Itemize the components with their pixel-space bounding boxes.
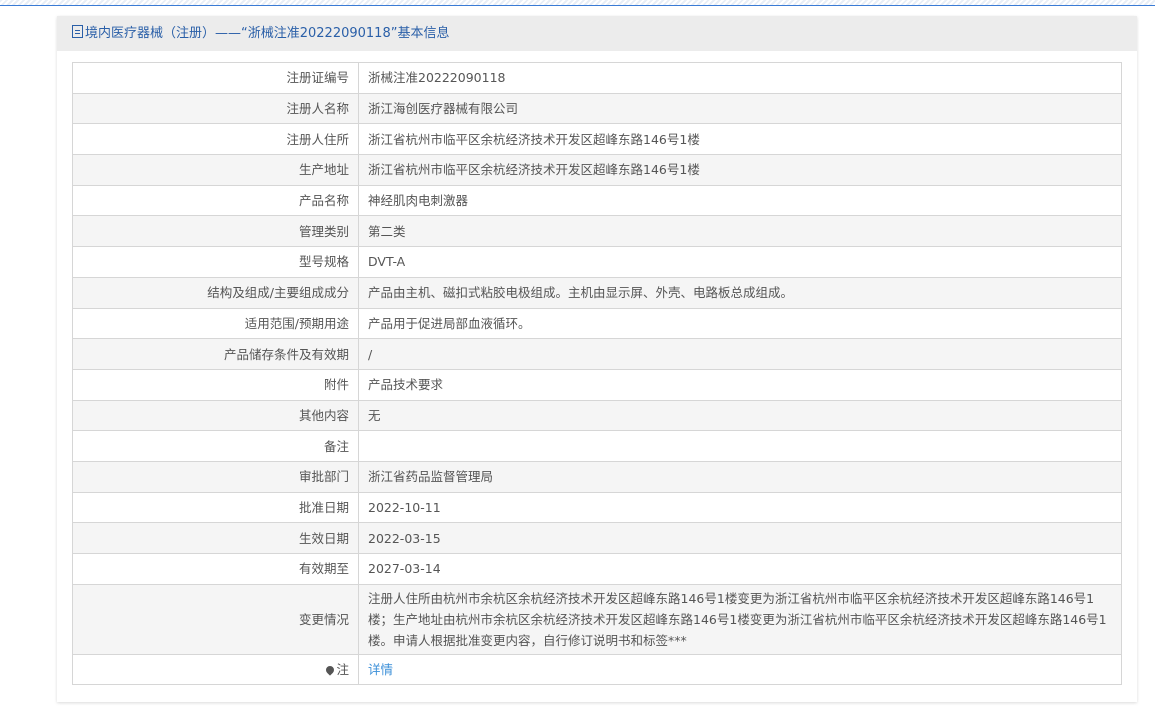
document-icon <box>72 25 83 38</box>
table-row: 其他内容无 <box>72 399 1122 432</box>
pin-icon <box>324 664 337 676</box>
field-label: 产品储存条件及有效期 <box>72 338 359 370</box>
table-row: 产品储存条件及有效期 / <box>72 338 1122 370</box>
field-label: 其他内容 <box>72 399 359 432</box>
field-value: 无 <box>358 399 1122 432</box>
field-value: 浙江省药品监督管理局 <box>358 460 1122 493</box>
field-label: 有效期至 <box>72 553 359 585</box>
note-value: 详情 <box>358 653 1122 686</box>
field-value: / <box>358 338 1122 370</box>
field-value: 2022-03-15 <box>358 522 1122 554</box>
details-link[interactable]: 详情 <box>368 662 393 677</box>
field-value: 第二类 <box>358 215 1122 248</box>
field-value: DVT-A <box>358 246 1122 278</box>
table-row: 注册证编号 浙械注准20222090118 <box>72 62 1122 94</box>
table-row: 附件 产品技术要求 <box>72 368 1122 401</box>
field-label: 备注 <box>72 430 359 462</box>
field-value: 浙江省杭州市临平区余杭经济技术开发区超峰东路146号1楼 <box>358 154 1122 186</box>
table-row: 生产地址 浙江省杭州市临平区余杭经济技术开发区超峰东路146号1楼 <box>72 154 1122 186</box>
field-value: 神经肌肉电刺激器 <box>358 184 1122 217</box>
field-value: 2027-03-14 <box>358 553 1122 585</box>
table-row: 注册人名称 浙江海创医疗器械有限公司 <box>72 92 1122 125</box>
field-value: 浙江海创医疗器械有限公司 <box>358 92 1122 125</box>
field-label: 注册证编号 <box>72 62 359 94</box>
table-row: 批准日期 2022-10-11 <box>72 491 1122 524</box>
field-label: 批准日期 <box>72 491 359 524</box>
field-label: 生产地址 <box>72 154 359 186</box>
field-value: 浙江省杭州市临平区余杭经济技术开发区超峰东路146号1楼 <box>358 123 1122 156</box>
field-label: 附件 <box>72 368 359 401</box>
field-value: 产品由主机、磁扣式粘胶电极组成。主机由显示屏、外壳、电路板总成组成。 <box>358 276 1122 309</box>
table-row: 型号规格 DVT-A <box>72 246 1122 278</box>
field-label: 生效日期 <box>72 522 359 554</box>
field-label: 适用范围/预期用途 <box>72 307 359 340</box>
note-label-text: 注 <box>336 662 349 678</box>
field-value: 2022-10-11 <box>358 491 1122 524</box>
top-strip <box>0 0 1155 6</box>
info-table: 注册证编号 浙械注准20222090118 注册人名称 浙江海创医疗器械有限公司 注册人… <box>72 62 1122 686</box>
table-row: 适用范围/预期用途 产品用于促进局部血液循环。 <box>72 307 1122 340</box>
field-label: 注册人名称 <box>72 92 359 125</box>
note-label: 注 <box>72 653 359 686</box>
field-value: 浙械注准20222090118 <box>358 62 1122 94</box>
table-row: 审批部门 浙江省药品监督管理局 <box>72 460 1122 493</box>
table-row: 产品名称 神经肌肉电刺激器 <box>72 184 1122 217</box>
field-value: 产品技术要求 <box>358 368 1122 401</box>
field-value <box>358 430 1122 462</box>
table-row: 备注 <box>72 430 1122 462</box>
table-row: 生效日期 2022-03-15 <box>72 522 1122 554</box>
table-row: 结构及组成/主要组成成分 产品由主机、磁扣式粘胶电极组成。主机由显示屏、外壳、电路… <box>72 276 1122 309</box>
table-row: 变更情况 注册人住所由杭州市余杭区余杭经济技术开发区超峰东路146号1楼变更为浙江… <box>72 583 1122 655</box>
table-row: 有效期至 2027-03-14 <box>72 553 1122 585</box>
field-label: 变更情况 <box>72 583 359 655</box>
field-label: 产品名称 <box>72 184 359 217</box>
table-row-note: 注 详情 <box>72 653 1122 686</box>
table-row: 注册人住所 浙江省杭州市临平区余杭经济技术开发区超峰东路146号1楼 <box>72 123 1122 156</box>
field-label: 型号规格 <box>72 246 359 278</box>
panel-header: 境内医疗器械（注册）——“浙械注准20222090118”基本信息 <box>57 16 1137 51</box>
panel-title: 境内医疗器械（注册）——“浙械注准20222090118”基本信息 <box>85 26 450 41</box>
field-label: 审批部门 <box>72 460 359 493</box>
field-label: 管理类别 <box>72 215 359 248</box>
field-label: 注册人住所 <box>72 123 359 156</box>
info-panel: 境内医疗器械（注册）——“浙械注准20222090118”基本信息 注册证编号浙… <box>57 16 1137 702</box>
field-label: 结构及组成/主要组成成分 <box>72 276 359 309</box>
table-row: 管理类别 第二类 <box>72 215 1122 248</box>
field-value: 注册人住所由杭州市余杭区余杭经济技术开发区超峰东路146号1楼变更为浙江省杭州市… <box>358 583 1122 655</box>
field-value: 产品用于促进局部血液循环。 <box>358 307 1122 340</box>
